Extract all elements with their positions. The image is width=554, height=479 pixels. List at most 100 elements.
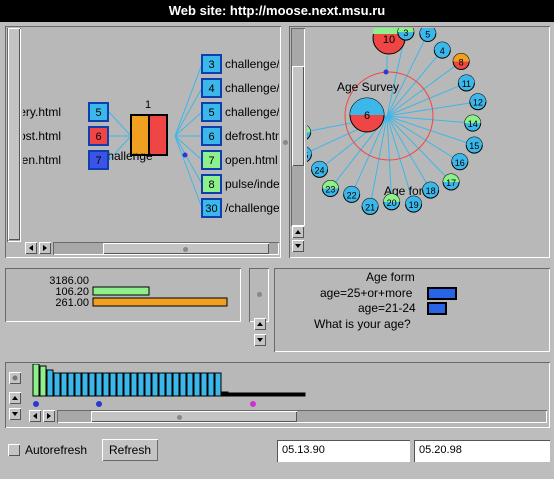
- graph-right-count: 5: [208, 107, 214, 119]
- graph-left-count: 5: [95, 107, 101, 119]
- mid-splitter-handle[interactable]: [257, 292, 262, 297]
- timeline-bar: [116, 372, 124, 397]
- radial-scroll-up-button[interactable]: [292, 226, 304, 238]
- timeline-hscroll-thumb[interactable]: [91, 411, 297, 422]
- form-scroll-down-button[interactable]: [254, 334, 266, 346]
- graph-hscroll-grip: [183, 247, 188, 252]
- timeline-bar: [74, 372, 82, 397]
- radial-node-label: 17: [446, 178, 456, 188]
- graph-right-count: 3: [208, 59, 214, 71]
- graph-right-label: challenge/: [225, 105, 279, 119]
- radial-tree-pane: 10 6 Age Survey Age form 3 5 4 8 11 12 14 15 16 17 18 1…: [289, 26, 550, 258]
- graph-scroll-left-button[interactable]: [25, 242, 37, 254]
- timeline-bar: [81, 372, 89, 397]
- radial-scroll-down-button[interactable]: [292, 240, 304, 252]
- timeline-bar: [179, 372, 187, 397]
- refresh-button[interactable]: Refresh: [102, 439, 158, 461]
- timeline-bar: [39, 365, 47, 397]
- radial-center-node-label: 6: [364, 110, 370, 122]
- timeline-scroll-left-button[interactable]: [29, 410, 41, 422]
- radial-node-label: 19: [409, 200, 419, 210]
- main-window: 1 challenge allery.html 5 defrost.html 6 open.…: [0, 22, 554, 479]
- timeline-marker: [96, 401, 102, 407]
- graph-right-label: defrost.html: [225, 129, 279, 143]
- timeline-scroll-right-button[interactable]: [43, 410, 55, 422]
- stats-bars: 3186.00106.20261.00: [49, 275, 228, 309]
- graph-edge-left: [108, 111, 132, 137]
- graph-left-count: 6: [95, 131, 101, 143]
- graph-left-label: defrost.html: [23, 129, 61, 143]
- stats-bars-pane: 3186.00 106.20 261.00: [5, 268, 241, 322]
- graph-right-label: challenge/: [225, 57, 279, 71]
- timeline-marker: [250, 401, 256, 407]
- timeline-scroll-down-button[interactable]: [9, 408, 21, 420]
- timeline-bar: [221, 391, 229, 397]
- form-stats-pane: Age form age=25+or+more age=21-24 What i…: [274, 268, 550, 352]
- timeline-bar: [207, 372, 215, 397]
- date-to-field[interactable]: 05.20.98: [414, 440, 550, 462]
- radial-vscroll-thumb[interactable]: [292, 66, 304, 166]
- form-title: Age form: [366, 270, 415, 284]
- radial-node-label: 11: [462, 79, 471, 89]
- graph-right-count: 7: [208, 155, 214, 167]
- timeline-scroll-up-button[interactable]: [9, 392, 21, 404]
- timeline-bar: [137, 372, 145, 397]
- center-node-marker: [182, 152, 188, 158]
- timeline-bar: [291, 392, 299, 397]
- autorefresh-checkbox[interactable]: [8, 444, 20, 456]
- graph-right-count: 30: [205, 203, 217, 215]
- timeline-marker: [33, 401, 39, 407]
- graph-edge-right: [174, 135, 203, 185]
- timeline-bar: [193, 372, 201, 397]
- graph-vscroll-thumb[interactable]: [8, 28, 20, 240]
- timeline-bar: [298, 392, 306, 397]
- graph-right-label: challenge/: [225, 81, 279, 95]
- graph-right-count: 4: [208, 83, 214, 95]
- center-node-label: challenge: [101, 149, 153, 163]
- stats-bar: [92, 297, 228, 307]
- form-scroll-up-button[interactable]: [254, 318, 266, 330]
- graph-scroll-right-button[interactable]: [39, 242, 51, 254]
- graph-left-label: allery.html: [23, 105, 61, 119]
- radial-node-label: 23: [325, 185, 335, 195]
- graph-right-label: /challenge: [225, 201, 279, 215]
- radial-node-label: 18: [426, 186, 436, 196]
- radial-node-label: 21: [365, 202, 375, 212]
- timeline-bar: [263, 392, 271, 397]
- timeline-bar: [123, 372, 131, 397]
- radial-label-survey: Age Survey: [337, 80, 399, 94]
- radial-node-label: 15: [469, 141, 479, 151]
- form-option-label-2: age=21-24: [358, 301, 416, 315]
- timeline-bar: [95, 372, 103, 397]
- radial-top-node-label: 10: [383, 34, 395, 46]
- radial-node-label: 20: [387, 198, 397, 208]
- timeline-bar: [102, 372, 110, 397]
- autorefresh-label: Autorefresh: [25, 443, 88, 457]
- timeline-bar: [256, 392, 264, 397]
- timeline-bar: [235, 392, 243, 397]
- date-from-field[interactable]: 05.13.90: [277, 440, 410, 462]
- link-graph: 1 challenge allery.html 5 defrost.html 6 open.…: [23, 54, 279, 218]
- timeline-chart: [32, 364, 306, 407]
- timeline-bar: [214, 372, 222, 397]
- radial-node-label: 3: [403, 28, 408, 38]
- graph-right-count: 8: [208, 179, 214, 191]
- timeline-bar: [165, 372, 173, 397]
- timeline-toggle-button[interactable]: [9, 372, 21, 384]
- graph-right-label: open.html: [225, 153, 278, 167]
- pane-splitter-handle[interactable]: [283, 140, 288, 145]
- timeline-hscroll-grip: [177, 415, 182, 420]
- timeline-bar: [46, 369, 54, 397]
- timeline-bar: [242, 392, 250, 397]
- radial-edge: [386, 115, 461, 163]
- timeline-bar: [249, 392, 257, 397]
- timeline-bar: [200, 372, 208, 397]
- radial-edge: [386, 115, 473, 124]
- timeline-bar: [172, 372, 180, 397]
- radial-node-label: 5: [425, 30, 430, 40]
- window-title: Web site: http://moose.next.msu.ru: [0, 0, 554, 22]
- form-option-bar-1: [427, 287, 457, 300]
- graph-left-count: 7: [95, 155, 101, 167]
- graph-right-label: pulse/inde: [225, 177, 279, 191]
- radial-node-label: 4: [440, 46, 445, 56]
